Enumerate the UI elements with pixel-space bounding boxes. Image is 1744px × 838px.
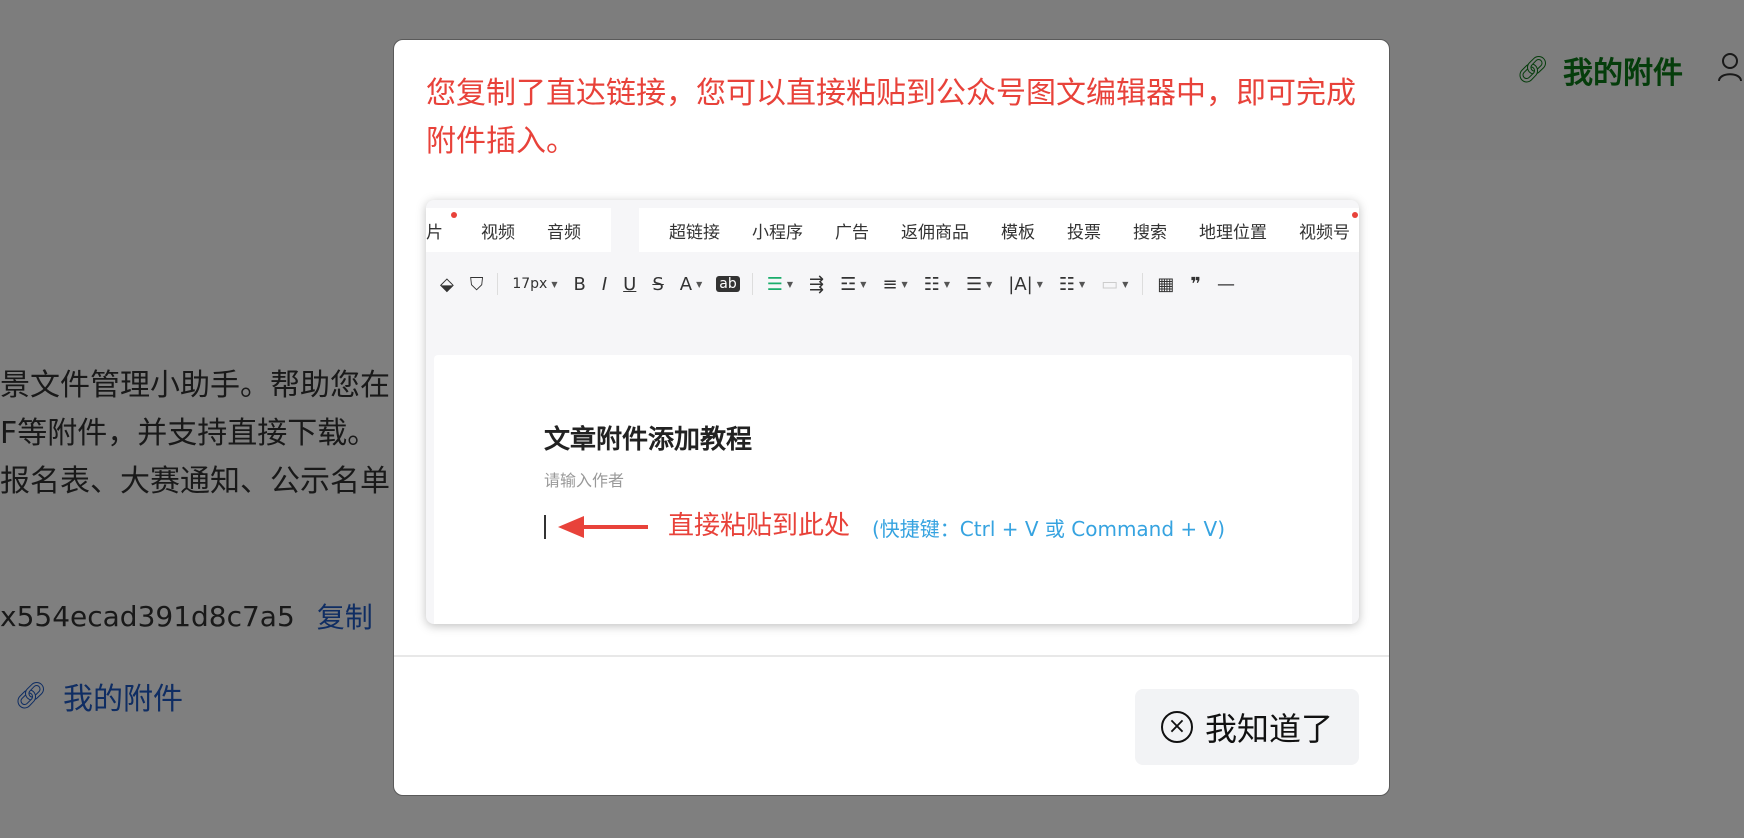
- editor-menu-group: 超链接 小程序 广告 返佣商品 模板 投票 搜索 地理位置 视频号 ···: [639, 208, 1359, 252]
- copy-success-dialog: 您复制了直达链接，您可以直接粘贴到公众号图文编辑器中，即可完成附件插入。 片 视…: [393, 39, 1390, 796]
- menu-item-audio: 音频: [547, 222, 581, 243]
- menu-item-mini-program: 小程序: [752, 222, 803, 243]
- editor-menu-group: 片 视频 音频: [426, 208, 611, 252]
- indent-icon: ⇶: [809, 273, 825, 295]
- bullet-list-icon: ☷ ▼: [1058, 273, 1086, 295]
- background-color-icon: ab: [716, 276, 740, 292]
- bold-icon: B: [573, 273, 586, 295]
- editor-illustration: 片 视频 音频 超链接 小程序 广告 返佣商品 模板 投票 搜索 地理位置 视频…: [426, 200, 1359, 624]
- italic-icon: I: [601, 273, 608, 295]
- toolbar-divider: [1142, 273, 1144, 295]
- menu-item-image: 片: [426, 211, 465, 243]
- arrow-left-icon: [558, 516, 648, 538]
- text-align-icon: ☷ ▼: [923, 273, 950, 295]
- list-indent-icon: ☰ ▼: [965, 273, 993, 295]
- menu-item-rebate-goods: 返佣商品: [901, 222, 969, 243]
- table-icon: ▦: [1157, 273, 1175, 295]
- toolbar-divider: [751, 273, 753, 295]
- toolbar-divider: [497, 273, 499, 295]
- font-size-select: 17px ▼: [512, 276, 558, 292]
- dialog-divider: [394, 655, 1389, 657]
- editor-menu-row: 片 视频 音频 超链接 小程序 广告 返佣商品 模板 投票 搜索 地理位置 视频…: [426, 208, 1359, 252]
- got-it-button[interactable]: × 我知道了: [1135, 689, 1359, 765]
- menu-item-video: 视频: [481, 222, 515, 243]
- menu-item-location: 地理位置: [1199, 222, 1267, 243]
- underline-icon: U: [623, 273, 637, 295]
- paste-hint: 直接粘贴到此处: [668, 511, 851, 541]
- strikethrough-icon: S: [652, 273, 664, 295]
- paragraph-spacing-icon: ≡ ▼: [882, 273, 908, 295]
- menu-item-hyperlink: 超链接: [669, 222, 720, 243]
- menu-item-template: 模板: [1001, 222, 1035, 243]
- quote-icon: ❞: [1190, 273, 1201, 295]
- menu-item-search: 搜索: [1133, 222, 1167, 243]
- paste-shortcut-hint: (快捷键：Ctrl + V 或 Command + V): [872, 517, 1226, 541]
- align-icon: ☰ ▼: [766, 273, 794, 295]
- got-it-label: 我知道了: [1204, 710, 1333, 748]
- disabled-format-icon: ▭ ▼: [1101, 273, 1129, 295]
- close-circle-icon: ×: [1160, 711, 1193, 743]
- menu-item-channels: 视频号: [1283, 211, 1359, 243]
- divider-line-icon: —: [1216, 273, 1235, 295]
- author-placeholder: 请输入作者: [544, 471, 625, 490]
- dialog-message: 您复制了直达链接，您可以直接粘贴到公众号图文编辑器中，即可完成附件插入。: [426, 76, 1356, 159]
- line-spacing-icon: ☲ ▼: [840, 273, 867, 295]
- editor-canvas: 文章附件添加教程 请输入作者 直接粘贴到此处 (快捷键：Ctrl + V 或 C…: [434, 355, 1352, 624]
- font-color-icon: A ▼: [679, 273, 703, 295]
- brush-icon: ⛉: [469, 273, 484, 295]
- menu-item-vote: 投票: [1067, 222, 1101, 243]
- editor-toolbar: ⬙ ⛉ 17px ▼ B I U S A ▼ ab ☰ ▼ ⇶ ☲ ▼ ≡ ▼ ☷ ▼ ☰ ▼…: [426, 262, 1359, 306]
- letter-spacing-icon: |A| ▼: [1008, 273, 1043, 295]
- menu-item-ad: 广告: [835, 222, 869, 243]
- text-cursor: [544, 515, 546, 539]
- format-painter-icon: ⬙: [440, 273, 454, 295]
- article-title: 文章附件添加教程: [544, 425, 753, 455]
